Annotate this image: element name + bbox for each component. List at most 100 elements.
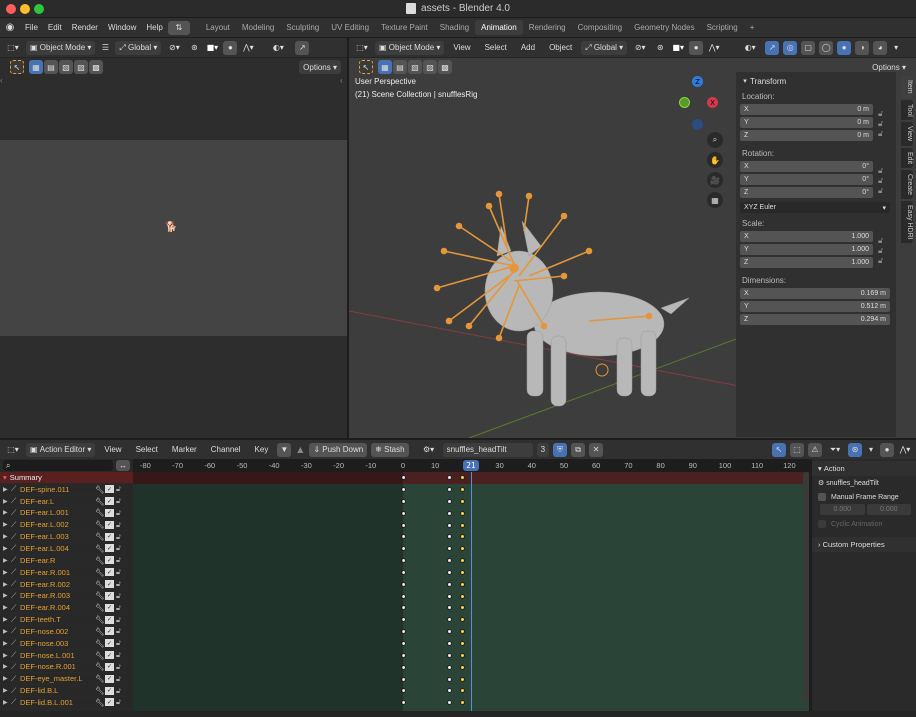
checkbox-icon[interactable]: ✓ [105, 639, 114, 648]
checkbox-icon[interactable]: ✓ [105, 591, 114, 600]
lock-icon[interactable]: 🔓︎ [116, 603, 125, 613]
checkbox-icon[interactable]: ✓ [105, 497, 114, 506]
menu-window[interactable]: Window [103, 23, 141, 32]
channel-row[interactable]: ▶ ⟋ DEF-nose.003 🔧︎ ✓ 🔓︎ [0, 638, 133, 650]
tab-item[interactable]: Item [901, 76, 913, 98]
channel-row[interactable]: ▶ ⟋ DEF-nose.L.001 🔧︎ ✓ 🔓︎ [0, 650, 133, 662]
lock-icon[interactable]: 🔓︎ [878, 236, 890, 246]
collapse-arrow-icon[interactable]: ▾ [740, 77, 750, 85]
location-x-field[interactable]: X 0 m [740, 104, 873, 115]
snapping-options-icon[interactable]: ▾ [866, 445, 876, 454]
channel-row[interactable]: ▶ ⟋ DEF-ear.L.001 🔧︎ ✓ 🔓︎ [0, 508, 133, 520]
lock-icon[interactable]: 🔓︎ [116, 591, 125, 601]
rotation-mode-dropdown[interactable]: XYZ Euler ▾ [740, 202, 890, 213]
select-extend-icon[interactable]: ▤ [44, 60, 58, 74]
keyframe-marker[interactable] [460, 629, 465, 635]
lock-icon[interactable]: 🔓︎ [878, 246, 890, 256]
keyframe-marker[interactable] [447, 534, 452, 540]
keyframe-marker[interactable] [460, 522, 465, 528]
keyframe-marker[interactable] [447, 593, 452, 599]
z-axis-icon[interactable]: Z [692, 76, 703, 87]
expand-arrow-icon[interactable]: ▶ [3, 652, 11, 659]
xray-icon[interactable]: ▢ [801, 40, 816, 55]
manual-frame-range-checkbox[interactable] [818, 493, 826, 501]
tab-scripting[interactable]: Scripting [701, 20, 744, 35]
tab-tool[interactable]: Tool [901, 99, 913, 121]
y-axis-icon[interactable] [679, 97, 690, 108]
3d-viewport[interactable]: ⬚▾ ▣ Object Mode ▾ View Select Add Objec… [349, 38, 916, 438]
location-z-field[interactable]: Z 0 m [740, 130, 873, 141]
neg-z-axis-icon[interactable] [692, 119, 703, 130]
swap-icon[interactable]: ↔ [116, 460, 130, 471]
expand-arrow-icon[interactable]: ▶ [3, 687, 11, 694]
current-frame-indicator[interactable]: 21 [463, 460, 479, 471]
channel-row[interactable]: ▶ ⟋ DEF-eye_master.L 🔧︎ ✓ 🔓︎ [0, 673, 133, 686]
keyframe-marker[interactable] [447, 617, 452, 623]
wrench-icon[interactable]: 🔧︎ [95, 615, 105, 624]
expand-arrow-icon[interactable]: ▶ [3, 498, 11, 505]
lock-icon[interactable]: 🔓︎ [116, 543, 125, 553]
keyframe-marker[interactable] [447, 581, 452, 587]
expand-arrow-icon[interactable]: ▶ [3, 592, 11, 599]
action-panel-header[interactable]: ▾ Action [812, 461, 916, 476]
keyframe-marker[interactable] [447, 522, 452, 528]
scale-y-field[interactable]: Y 1.000 [740, 244, 873, 255]
menu-icon[interactable]: ☰ [99, 43, 111, 52]
menu-marker[interactable]: Marker [167, 445, 202, 454]
wrench-icon[interactable]: 🔧︎ [95, 508, 105, 517]
keyframe-marker[interactable] [460, 688, 465, 694]
checkbox-icon[interactable]: ✓ [105, 485, 114, 494]
checkbox-icon[interactable]: ✓ [105, 556, 114, 565]
menu-help[interactable]: Help [141, 23, 167, 32]
keyframe-marker[interactable] [447, 629, 452, 635]
select-intersect-icon[interactable]: ▩ [438, 60, 452, 74]
tab-easy-hdri[interactable]: Easy HDRI [901, 200, 913, 244]
keyframe-marker[interactable] [447, 640, 452, 646]
lock-icon[interactable]: 🔓︎ [116, 508, 125, 518]
rotation-y-field[interactable]: Y 0° [740, 174, 873, 185]
keyframe-marker[interactable] [447, 498, 452, 504]
options-dropdown[interactable]: Options ▾ [299, 60, 341, 74]
channel-row[interactable]: ▶ ⟋ DEF-ear.L 🔧︎ ✓ 🔓︎ [0, 496, 133, 508]
gizmo-toggle-icon[interactable]: ↗ [295, 40, 310, 55]
expand-arrow-icon[interactable]: ▶ [3, 581, 11, 588]
duplicate-action-icon[interactable]: ⧉ [571, 442, 586, 457]
wrench-icon[interactable]: 🔧︎ [95, 651, 105, 660]
menu-view[interactable]: View [448, 43, 475, 52]
checkbox-icon[interactable]: ✓ [105, 674, 114, 683]
lock-icon[interactable]: 🔓︎ [116, 579, 125, 589]
expand-arrow-icon[interactable]: ▶ [3, 509, 11, 516]
select-invert-icon[interactable]: ▨ [74, 60, 88, 74]
channel-row[interactable]: ▶ ⟋ DEF-ear.L.003 🔧︎ ✓ 🔓︎ [0, 531, 133, 544]
wrench-icon[interactable]: 🔧︎ [95, 662, 105, 671]
gizmo-toggle-icon[interactable]: ↗ [765, 40, 780, 55]
channel-row[interactable]: ▶ ⟋ DEF-ear.R.001 🔧︎ ✓ 🔓︎ [0, 567, 133, 579]
shading-options-icon[interactable]: ▾ [891, 43, 901, 52]
action-name-field[interactable]: snuffles_headTilt [442, 442, 533, 457]
keyframe-marker[interactable] [447, 475, 452, 480]
keyframe-marker[interactable] [447, 546, 452, 552]
tab-edit[interactable]: Edit [901, 147, 913, 168]
channel-row[interactable]: ▶ ⟋ DEF-lid.B.L 🔧︎ ✓ 🔓︎ [0, 685, 133, 698]
expand-arrow-icon[interactable]: ▶ [3, 663, 11, 670]
keyframe-marker[interactable] [460, 581, 465, 587]
select-new-icon[interactable]: ▦ [378, 60, 392, 74]
lock-icon[interactable]: 🔓︎ [116, 674, 125, 684]
channel-row[interactable]: ▶ ⟋ DEF-ear.R 🔧︎ ✓ 🔓︎ [0, 555, 133, 567]
keyframe-marker[interactable] [447, 700, 452, 706]
wrench-icon[interactable]: 🔧︎ [95, 591, 105, 600]
wrench-icon[interactable]: 🔧︎ [95, 603, 105, 612]
proportional-edit-icon[interactable]: ● [223, 40, 238, 55]
expand-arrow-icon[interactable]: ▶ [3, 604, 11, 611]
lock-icon[interactable]: 🔓︎ [878, 186, 890, 196]
dimensions-y-field[interactable]: Y 0.512 m [740, 301, 890, 312]
snapping-icon[interactable]: ⊛ [848, 442, 862, 457]
keyframe-marker[interactable] [447, 664, 452, 670]
keyframe-marker[interactable] [460, 510, 465, 516]
channel-row[interactable]: ▶ ⟋ DEF-ear.L.002 🔧︎ ✓ 🔓︎ [0, 519, 133, 532]
wrench-icon[interactable]: 🔧︎ [95, 532, 105, 541]
expand-arrow-icon[interactable]: ▶ [3, 699, 11, 706]
expand-arrow-icon[interactable]: ▶ [3, 533, 11, 540]
keyframe-marker[interactable] [447, 688, 452, 694]
lock-icon[interactable]: 🔓︎ [116, 697, 125, 707]
